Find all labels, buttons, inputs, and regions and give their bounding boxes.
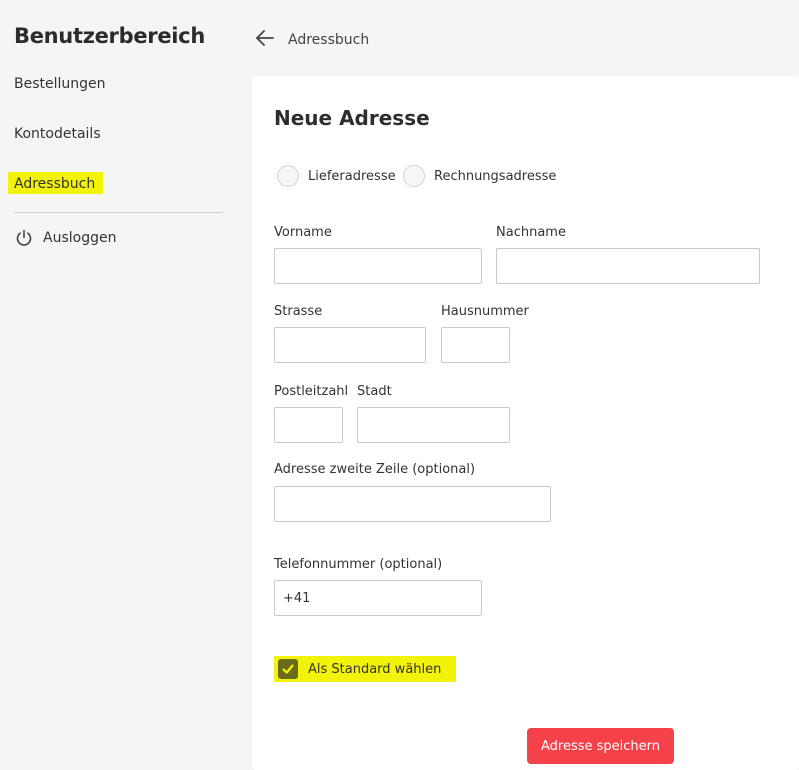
checkbox-label: Als Standard wählen — [308, 661, 442, 677]
default-address-checkbox-row[interactable]: Als Standard wählen — [274, 656, 456, 682]
adresse2-field[interactable] — [274, 486, 551, 522]
radio-lieferadresse[interactable]: Lieferadresse — [277, 165, 396, 187]
page-title: Neue Adresse — [274, 106, 430, 130]
checkmark-icon — [282, 664, 294, 674]
vorname-label: Vorname — [274, 225, 332, 240]
stadt-label: Stadt — [357, 384, 392, 399]
adresse2-label: Adresse zweite Zeile (optional) — [274, 462, 476, 477]
stadt-field[interactable] — [357, 407, 510, 443]
postleitzahl-field[interactable] — [274, 407, 343, 443]
radio-label: Rechnungsadresse — [434, 168, 557, 184]
strasse-label: Strasse — [274, 304, 323, 319]
radio-rechnungsadresse[interactable]: Rechnungsadresse — [403, 165, 556, 187]
strasse-field[interactable] — [274, 327, 426, 363]
nachname-field[interactable] — [496, 248, 760, 284]
checkbox[interactable] — [278, 659, 298, 679]
power-icon — [14, 228, 34, 248]
radio-label: Lieferadresse — [308, 168, 396, 184]
sidebar-item-kontodetails[interactable]: Kontodetails — [14, 126, 101, 142]
telefon-field[interactable] — [274, 580, 482, 616]
back-link[interactable]: Adressbuch — [254, 27, 369, 53]
nachname-label: Nachname — [496, 225, 566, 240]
address-form-card: Neue Adresse Lieferadresse Rechnungsadre… — [252, 76, 799, 770]
logout-link[interactable]: Ausloggen — [14, 228, 116, 248]
sidebar-title: Benutzerbereich — [14, 24, 205, 48]
sidebar: Benutzerbereich Bestellungen Kontodetail… — [0, 0, 251, 770]
radio-button[interactable] — [277, 165, 299, 187]
arrow-left-icon — [254, 27, 276, 53]
telefon-label: Telefonnummer (optional) — [274, 557, 443, 572]
save-address-button[interactable]: Adresse speichern — [527, 728, 674, 764]
postleitzahl-label: Postleitzahl — [274, 384, 349, 399]
sidebar-item-adressbuch[interactable]: Adressbuch — [8, 172, 104, 194]
hausnummer-label: Hausnummer — [441, 304, 529, 319]
sidebar-divider — [14, 212, 223, 213]
sidebar-item-bestellungen[interactable]: Bestellungen — [14, 76, 106, 92]
radio-button[interactable] — [403, 165, 425, 187]
breadcrumb: Adressbuch — [288, 32, 370, 48]
logout-label: Ausloggen — [43, 230, 117, 246]
hausnummer-field[interactable] — [441, 327, 510, 363]
vorname-field[interactable] — [274, 248, 482, 284]
